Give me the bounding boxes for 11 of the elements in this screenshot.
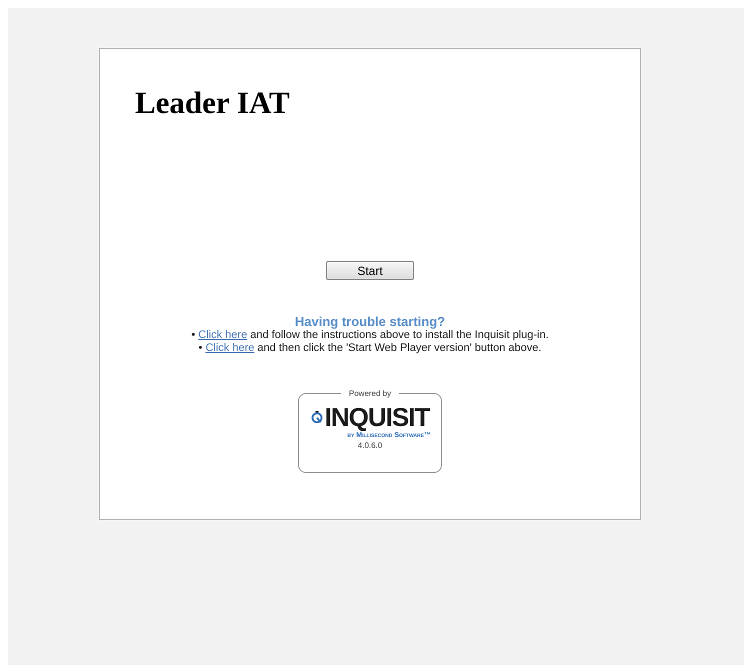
powered-by-caption: Powered by bbox=[340, 389, 400, 399]
help-sentence: • Click here and follow the instructions above to install the Inquisit plug-in. bbox=[191, 329, 549, 342]
page-title: Leader IAT bbox=[135, 85, 290, 121]
click-here-link[interactable]: Click here bbox=[205, 342, 254, 354]
version-text: 4.0.6.0 bbox=[358, 440, 382, 452]
help-sentence: • Click here and then click the 'Start Web Player version' button above. bbox=[198, 342, 542, 355]
click-here-link[interactable]: Click here bbox=[198, 329, 248, 341]
help-heading: Having trouble starting? bbox=[294, 314, 446, 329]
inquisit-logo-text: INQUISIT bbox=[324, 403, 430, 431]
stopwatch-icon bbox=[310, 411, 323, 423]
start-button[interactable]: Start bbox=[326, 261, 414, 280]
